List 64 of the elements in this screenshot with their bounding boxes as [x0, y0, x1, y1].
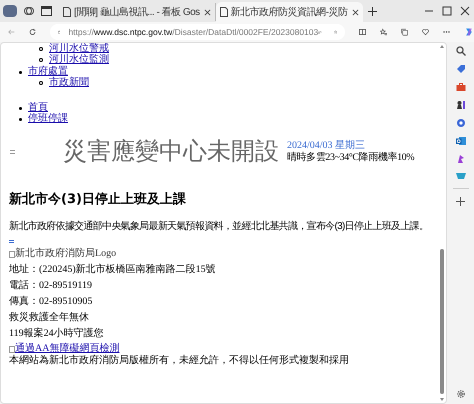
heart-icon[interactable]	[422, 27, 430, 37]
circle-app-icon[interactable]	[456, 118, 466, 128]
footer-text: 傳真：02-89510905	[9, 297, 94, 307]
toolbox-icon[interactable]	[456, 82, 466, 92]
browser-tab[interactable]: 新北市政府防災資訊網-災防	[216, 2, 363, 22]
bullet-icon	[19, 106, 22, 110]
page-icon	[63, 7, 71, 17]
browser-tab[interactable]: [閒聊] 龜山島視訊... - 看板 Gos	[59, 3, 216, 21]
footer-text: 地址：(220245)新北市板橋區南雅南路二段15號	[9, 265, 217, 275]
date-text: 2024/04/03 星期三	[287, 141, 366, 151]
outlook-icon[interactable]	[456, 136, 466, 146]
broken-image-icon	[10, 150, 15, 154]
logo-alt-text: 新北市政府消防局Logo	[15, 249, 116, 259]
add-icon[interactable]	[456, 197, 465, 206]
shopping-icon[interactable]	[456, 172, 466, 180]
chess-pieces-icon[interactable]	[456, 100, 466, 110]
close-tab-icon[interactable]	[352, 8, 359, 16]
circle-bullet-icon	[39, 81, 43, 85]
scrollbar-track[interactable]	[438, 43, 446, 403]
close-tab-icon[interactable]	[204, 8, 211, 16]
lock-icon[interactable]	[58, 28, 60, 36]
accessibility-badge-link[interactable]: 通過AA無障礙網頁檢測	[15, 344, 120, 354]
article-heading: 新北市今(3)日停止上班及上課	[9, 192, 187, 208]
tab-title: [閒聊] 龜山島視訊... - 看板 Gos	[74, 6, 200, 20]
page-icon	[220, 7, 228, 17]
footer-text: 救災救護全年無休	[9, 313, 90, 323]
article-text: 新北市政府依據交通部中央氣象局最新天氣預報資料，並經北北基共識，宣布今(3)日停止上班及上課。	[9, 222, 430, 232]
nav-link[interactable]: 首頁	[28, 103, 48, 113]
settings-icon[interactable]	[456, 389, 466, 399]
more-icon[interactable]	[443, 30, 450, 34]
scroll-up-icon[interactable]	[440, 45, 444, 48]
favorites-icon[interactable]	[380, 27, 388, 37]
bullet-icon	[19, 118, 22, 120]
refresh-icon[interactable]	[29, 27, 36, 37]
workspaces-icon[interactable]	[23, 5, 35, 17]
scroll-down-icon[interactable]	[440, 398, 444, 401]
nav-link[interactable]: 河川水位監測	[49, 55, 109, 65]
tab-title: 新北市政府防災資訊網-災防	[230, 6, 348, 20]
nav-link[interactable]: 河川水位警戒	[49, 44, 109, 54]
profile-icon[interactable]	[3, 5, 17, 17]
tag-icon[interactable]	[456, 64, 466, 74]
designer-icon[interactable]	[456, 154, 466, 164]
nav-link[interactable]: 市府處置	[28, 67, 68, 77]
scrollbar-thumb[interactable]	[440, 249, 444, 394]
nav-link[interactable]: 市政新聞	[49, 78, 89, 88]
new-tab-icon[interactable]	[368, 6, 377, 16]
footer-text: 電話：02-89519119	[9, 281, 93, 291]
search-icon[interactable]	[456, 46, 466, 56]
footer-text: 119報案24小時守護您	[9, 329, 105, 339]
bullet-icon	[19, 70, 22, 74]
collections-icon[interactable]	[401, 27, 408, 37]
close-icon[interactable]	[460, 6, 470, 16]
broken-image-icon	[9, 240, 14, 243]
split-screen-icon[interactable]	[359, 27, 366, 37]
weather-text: 晴時多雲23~34°C降雨機率10%	[287, 153, 414, 163]
broken-image-icon	[9, 346, 15, 352]
nav-link[interactable]: 停班停課	[28, 114, 68, 124]
circle-bullet-icon	[39, 47, 43, 51]
maximize-icon[interactable]	[442, 6, 452, 16]
tab-actions-icon[interactable]	[41, 6, 52, 16]
broken-image-icon	[9, 250, 15, 258]
circle-bullet-icon	[39, 58, 43, 62]
copyright-text: 本網站為新北市政府消防局版權所有，未經允許，不得以任何形式複製和採用	[9, 356, 350, 366]
page-banner-title: 災害應變中心未開設	[63, 138, 279, 166]
